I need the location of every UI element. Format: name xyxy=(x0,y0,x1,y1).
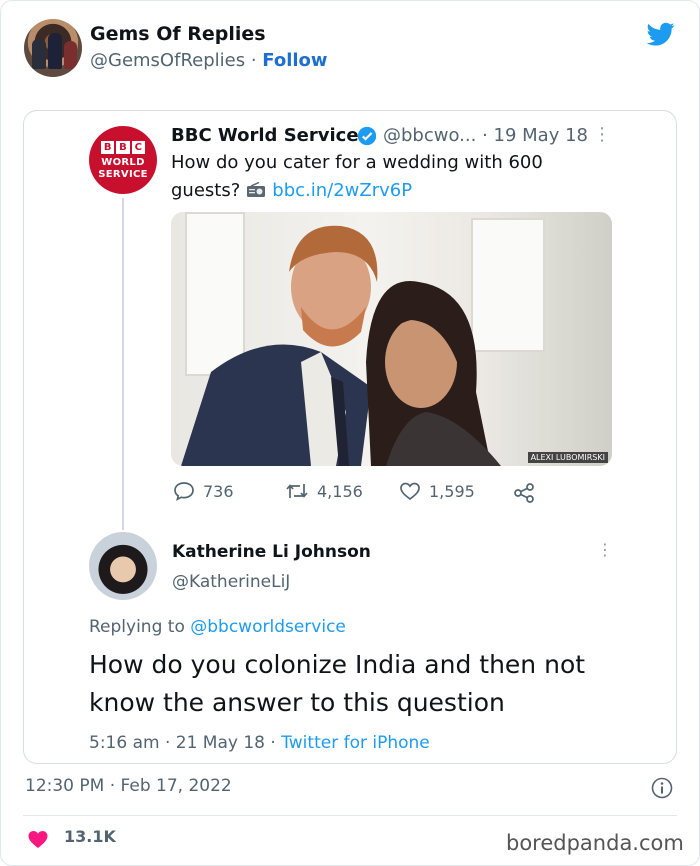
replying-to-line: Replying to @bbcworldservice xyxy=(89,617,346,637)
replying-to-link[interactable]: @bbcworldservice xyxy=(190,617,346,637)
avatar-figure xyxy=(64,41,77,69)
total-likes[interactable]: 13.1K xyxy=(64,827,116,846)
share-icon[interactable] xyxy=(512,482,536,504)
like-count[interactable]: 1,595 xyxy=(399,481,475,501)
quoted-link[interactable]: bbc.in/2wZrv6P xyxy=(272,180,412,201)
retweet-icon xyxy=(286,484,308,498)
retweet-count-value: 4,156 xyxy=(317,482,363,501)
reply-author-avatar[interactable] xyxy=(89,532,157,600)
info-icon[interactable] xyxy=(651,777,673,799)
verified-badge-icon xyxy=(357,126,377,146)
handle-separator: · xyxy=(245,50,263,71)
reply-author-handle[interactable]: @KatherineLiJ xyxy=(172,572,290,592)
quoted-text-line: guests? bbc.in/2wZrv6P xyxy=(171,180,412,201)
reply-text-line: How do you colonize India and then not xyxy=(89,650,586,679)
photo-credit: ALEXI LUBOMIRSKI xyxy=(527,452,608,463)
reply-count-value: 736 xyxy=(203,482,234,501)
reply-text-line: know the answer to this question xyxy=(89,688,505,717)
reply-meta: 5:16 am · 21 May 18 · Twitter for iPhone xyxy=(89,733,430,753)
thread-line xyxy=(122,198,124,530)
follow-button[interactable]: Follow xyxy=(262,50,327,71)
author-avatar[interactable] xyxy=(24,19,82,77)
bbc-letter: B xyxy=(101,141,115,154)
quoted-handle[interactable]: @bbcwo... xyxy=(383,125,476,146)
reply-count[interactable]: 736 xyxy=(173,481,234,501)
like-icon xyxy=(400,482,420,501)
bbc-letter: B xyxy=(116,141,130,154)
reply-more-icon[interactable]: ⋮ xyxy=(597,540,613,559)
avatar-figure xyxy=(32,39,46,69)
reply-source[interactable]: Twitter for iPhone xyxy=(281,733,430,753)
quoted-date[interactable]: · 19 May 18 xyxy=(482,125,588,146)
bbc-logo-line: SERVICE xyxy=(98,169,148,180)
replying-prefix: Replying to xyxy=(89,617,191,637)
like-count-value: 1,595 xyxy=(429,482,475,501)
author-name[interactable]: Gems Of Replies xyxy=(90,23,266,45)
author-handle-line: @GemsOfReplies · Follow xyxy=(90,50,328,71)
radio-icon xyxy=(247,182,266,197)
heart-icon[interactable] xyxy=(27,829,49,849)
footer-divider xyxy=(23,815,677,816)
quoted-more-icon[interactable]: ⋮ xyxy=(593,124,611,145)
couple-figures xyxy=(181,225,501,466)
bbc-logo-text: WORLD SERVICE xyxy=(89,157,157,181)
reply-author-name[interactable]: Katherine Li Johnson xyxy=(172,542,371,562)
bbc-letter: C xyxy=(131,141,145,154)
retweet-count[interactable]: 4,156 xyxy=(285,481,363,501)
reply-time[interactable]: 5:16 am · 21 May 18 · xyxy=(89,733,281,753)
bbc-avatar[interactable]: B B C WORLD SERVICE xyxy=(89,126,157,194)
author-handle[interactable]: @GemsOfReplies xyxy=(90,50,245,71)
tweet-timestamp[interactable]: 12:30 PM · Feb 17, 2022 xyxy=(25,776,232,796)
quoted-handle-line: @bbcwo... · 19 May 18 xyxy=(383,125,588,146)
bbc-logo-line: WORLD xyxy=(101,157,145,168)
bbc-logo-letters: B B C xyxy=(101,141,145,154)
quoted-text-end: guests? xyxy=(171,180,241,201)
comment-icon xyxy=(174,482,194,501)
avatar-figure xyxy=(48,33,62,69)
quoted-author-name[interactable]: BBC World Service xyxy=(171,125,359,146)
watermark: boredpanda.com xyxy=(506,831,684,855)
twitter-bird-icon[interactable] xyxy=(645,20,677,48)
quoted-text-line: How do you cater for a wedding with 600 xyxy=(171,152,543,173)
wedding-photo[interactable]: ALEXI LUBOMIRSKI xyxy=(171,212,612,466)
